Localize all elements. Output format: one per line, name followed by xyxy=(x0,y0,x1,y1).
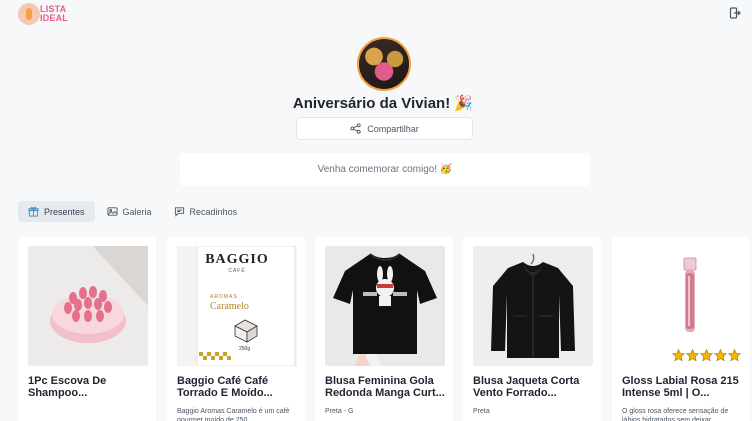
star-icon xyxy=(672,348,685,367)
product-image xyxy=(473,246,593,366)
packaging-sub: CAFÉ xyxy=(228,268,246,274)
packaging-flavor: Caramelo xyxy=(210,301,249,312)
tab-label: Galeria xyxy=(122,206,152,217)
packaging-weight: 250g xyxy=(239,346,251,352)
share-label: Compartilhar xyxy=(367,123,419,134)
logo-line-2: IDEAL xyxy=(40,13,68,23)
star-icon xyxy=(686,348,699,367)
product-description: O gloss rosa oferece sensação de lábios … xyxy=(622,408,729,421)
page-title: Aniversário da Vivian! 🎉 xyxy=(292,95,474,112)
tab-galeria[interactable]: Galeria xyxy=(97,201,162,222)
product-card[interactable]: 1Pc Escova De Shampoo... xyxy=(18,237,156,421)
message-icon xyxy=(174,207,184,217)
product-description: Preta xyxy=(473,408,490,415)
star-icon xyxy=(728,348,741,367)
tab-presentes[interactable]: Presentes xyxy=(18,201,95,222)
product-name: Baggio Café Café Torrado E Moído... xyxy=(177,375,273,399)
gift-icon xyxy=(28,206,39,217)
logout-icon[interactable] xyxy=(728,6,742,20)
logo-mark xyxy=(18,3,40,25)
product-image xyxy=(325,246,445,366)
share-icon xyxy=(350,123,361,134)
packaging-line: AROMAS xyxy=(210,294,238,300)
product-image: BAGGIO CAFÉ AROMAS Caramelo 250g xyxy=(177,246,297,366)
star-icon xyxy=(714,348,727,367)
product-description: Baggio Aromas Caramelo é um café gourmet… xyxy=(177,408,290,421)
welcome-message: Venha comemorar comigo! 🥳 xyxy=(180,153,590,186)
product-card[interactable]: Blusa Jaqueta Corta Vento Forrado... Pre… xyxy=(463,237,601,421)
share-button[interactable]: Compartilhar xyxy=(296,117,473,140)
product-name: Blusa Jaqueta Corta Vento Forrado... xyxy=(473,375,580,399)
product-image xyxy=(28,246,148,366)
product-name: Blusa Feminina Gola Redonda Manga Curt..… xyxy=(325,375,445,399)
avatar xyxy=(357,37,411,91)
tab-recadinhos[interactable]: Recadinhos xyxy=(164,201,248,222)
product-name: 1Pc Escova De Shampoo... xyxy=(28,375,107,399)
tab-bar: Presentes Galeria Recadinhos xyxy=(18,201,249,222)
product-card[interactable]: Blusa Feminina Gola Redonda Manga Curt..… xyxy=(315,237,453,421)
tab-label: Recadinhos xyxy=(189,206,238,217)
star-icon xyxy=(700,348,713,367)
product-name: Gloss Labial Rosa 215 Intense 5ml | O... xyxy=(622,375,739,399)
image-icon xyxy=(106,207,118,216)
product-description: Preta - G xyxy=(325,408,354,415)
logo[interactable]: LISTA IDEAL xyxy=(18,3,78,25)
product-card[interactable]: BAGGIO CAFÉ AROMAS Caramelo 250g Baggio … xyxy=(167,237,305,421)
product-image xyxy=(622,246,742,366)
product-card[interactable]: Gloss Labial Rosa 215 Intense 5ml | O...… xyxy=(612,237,750,421)
logo-text: LISTA IDEAL xyxy=(40,5,68,23)
tab-label: Presentes xyxy=(44,206,85,217)
rating-stars xyxy=(672,348,741,367)
packaging-brand: BAGGIO xyxy=(205,252,269,267)
